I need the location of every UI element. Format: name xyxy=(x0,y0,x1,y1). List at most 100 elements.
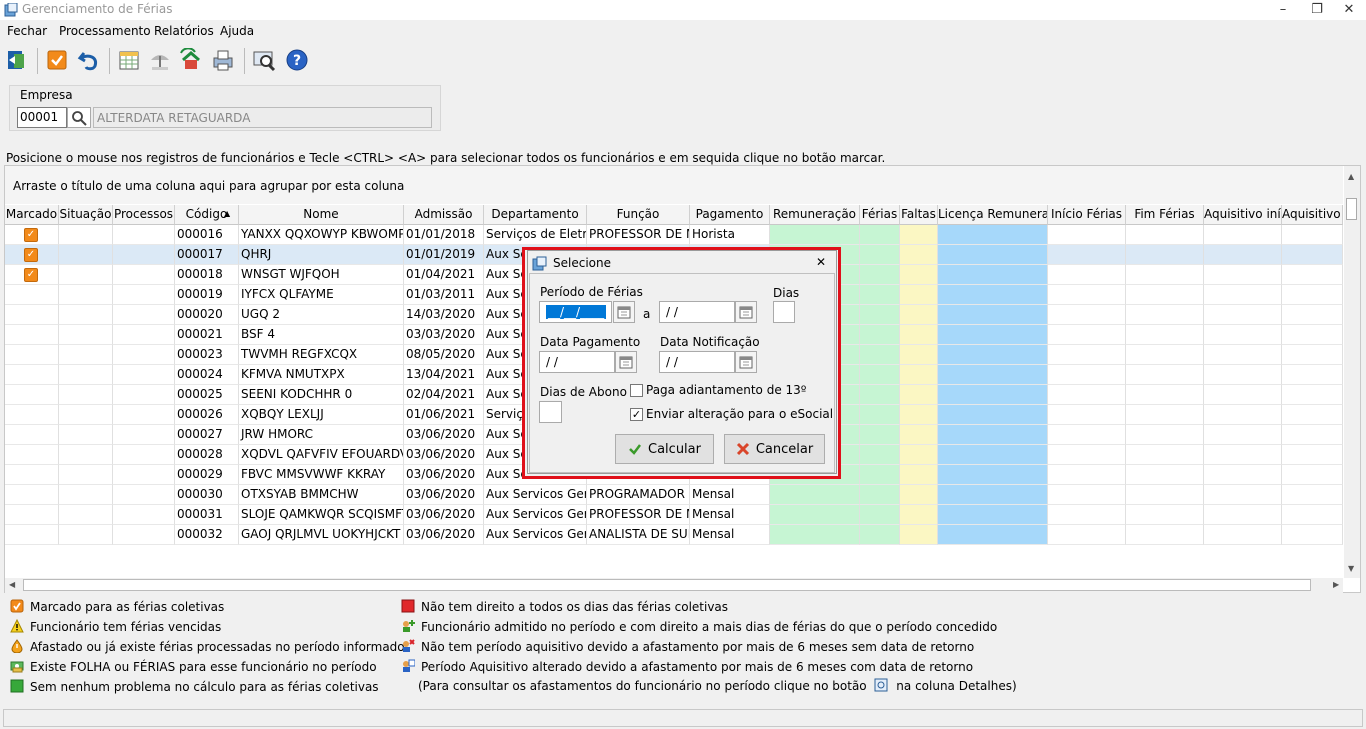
house-return-icon xyxy=(180,48,200,69)
menu-processamento[interactable]: Processamento xyxy=(59,24,151,38)
vacation-button[interactable] xyxy=(145,45,175,75)
return-button[interactable] xyxy=(176,45,206,75)
exit-button[interactable] xyxy=(2,45,32,75)
column-header-inicio-ferias[interactable]: Início Férias xyxy=(1048,205,1126,225)
cell-15 xyxy=(1204,525,1282,545)
column-header-funcao[interactable]: Função xyxy=(587,205,690,225)
cell-11 xyxy=(900,425,938,445)
scroll-down-icon[interactable]: ▼ xyxy=(1348,564,1354,573)
cell-marcado[interactable] xyxy=(5,345,59,365)
minimize-button[interactable]: – xyxy=(1264,0,1302,20)
column-header-faltas[interactable]: Faltas xyxy=(900,205,938,225)
table-row[interactable]: 000032 GAOJ QRJLMVL UOKYHJCKT X 03/06/2020… xyxy=(5,525,1343,545)
legend-item-text: Funcionário tem férias vencidas xyxy=(30,620,222,634)
horizontal-scrollbar[interactable]: ◀ ▶ xyxy=(5,578,1343,593)
data-pagamento-calendar-button[interactable] xyxy=(615,351,637,373)
adiantamento-checkbox[interactable] xyxy=(630,384,643,397)
cell-1 xyxy=(59,525,113,545)
table-row[interactable]: ✓ 000016 YANXX QQXOWYP KBWOMPV 01/01/2018 Se… xyxy=(5,225,1343,245)
print-button[interactable] xyxy=(208,45,238,75)
periodo-end-input[interactable]: / / xyxy=(659,301,735,323)
cell-marcado[interactable]: ✓ xyxy=(5,245,59,265)
column-header-marcado[interactable]: Marcado xyxy=(5,205,59,225)
cell-marcado[interactable] xyxy=(5,405,59,425)
column-header-licenca-remunerad[interactable]: Licença Remunerad xyxy=(938,205,1048,225)
cell-admissao: 01/01/2019 xyxy=(404,245,484,265)
cancelar-button[interactable]: Cancelar xyxy=(724,434,825,464)
help-button[interactable]: ? xyxy=(282,45,312,75)
data-pagamento-label: Data Pagamento xyxy=(540,335,641,349)
periodo-start-calendar-button[interactable] xyxy=(613,301,635,323)
cell-marcado[interactable] xyxy=(5,305,59,325)
data-notificacao-input[interactable]: / / xyxy=(659,351,735,373)
mark-button[interactable] xyxy=(42,45,72,75)
cell-marcado[interactable] xyxy=(5,425,59,445)
empresa-name-field: ALTERDATA RETAGUARDA xyxy=(93,107,432,128)
cell-marcado[interactable] xyxy=(5,485,59,505)
scroll-left-icon[interactable]: ◀ xyxy=(9,580,15,589)
vertical-scrollbar[interactable]: ▲ ▼ xyxy=(1344,166,1360,578)
cell-14 xyxy=(1126,325,1204,345)
marked-checkbox-icon[interactable]: ✓ xyxy=(24,248,38,262)
cell-marcado[interactable] xyxy=(5,465,59,485)
dias-input[interactable] xyxy=(773,301,795,323)
toolbar-separator xyxy=(109,48,110,74)
column-header-fim-ferias[interactable]: Fim Férias xyxy=(1126,205,1204,225)
periodo-end-calendar-button[interactable] xyxy=(735,301,757,323)
menu-ajuda[interactable]: Ajuda xyxy=(220,24,254,38)
cell-marcado[interactable]: ✓ xyxy=(5,265,59,285)
toolbar: ? xyxy=(0,42,1366,78)
table-row[interactable]: 000031 SLOJE QAMKWQR SCQISMFTC 03/06/2020 A… xyxy=(5,505,1343,525)
cell-10 xyxy=(860,425,900,445)
cell-marcado[interactable] xyxy=(5,445,59,465)
cell-marcado[interactable] xyxy=(5,325,59,345)
table-row[interactable]: 000030 OTXSYAB BMMCHW 03/06/2020 Aux Servic… xyxy=(5,485,1343,505)
column-header-admissao[interactable]: Admissão xyxy=(404,205,484,225)
empresa-search-button[interactable] xyxy=(67,107,91,128)
esocial-checkbox[interactable]: ✓ xyxy=(630,408,643,421)
cell-marcado[interactable] xyxy=(5,385,59,405)
dialog-close-icon[interactable]: ✕ xyxy=(816,255,826,269)
menu-relatorios[interactable]: Relatórios xyxy=(154,24,214,38)
marked-checkbox-icon[interactable]: ✓ xyxy=(24,228,38,242)
data-pagamento-input[interactable]: / / xyxy=(539,351,615,373)
data-notificacao-calendar-button[interactable] xyxy=(735,351,757,373)
column-header-situacao[interactable]: Situação xyxy=(59,205,113,225)
column-header-departamento[interactable]: Departamento xyxy=(484,205,587,225)
column-header-ferias[interactable]: Férias xyxy=(860,205,900,225)
cell-12 xyxy=(938,385,1048,405)
vertical-scroll-thumb[interactable] xyxy=(1346,198,1357,220)
cell-marcado[interactable] xyxy=(5,365,59,385)
cell-admissao: 03/06/2020 xyxy=(404,525,484,545)
calcular-button[interactable]: Calcular xyxy=(615,434,714,464)
close-window-button[interactable]: ✕ xyxy=(1330,0,1366,20)
empresa-code-input[interactable]: 00001 xyxy=(17,107,67,128)
column-header-remuneracao[interactable]: Remuneração xyxy=(770,205,860,225)
periodo-start-input[interactable]: __/__/____ xyxy=(539,301,612,323)
cell-codigo: 000029 xyxy=(175,465,239,485)
cell-departamento: Aux Servicos Gerai xyxy=(484,525,587,545)
column-header-nome[interactable]: Nome xyxy=(239,205,404,225)
cell-marcado[interactable] xyxy=(5,285,59,305)
menu-fechar[interactable]: Fechar xyxy=(7,24,47,38)
spreadsheet-button[interactable] xyxy=(114,45,144,75)
cell-marcado[interactable] xyxy=(5,525,59,545)
cell-10 xyxy=(860,365,900,385)
calendar-icon xyxy=(619,356,633,369)
cell-marcado[interactable] xyxy=(5,505,59,525)
column-header-pagamento[interactable]: Pagamento xyxy=(690,205,770,225)
preview-button[interactable] xyxy=(249,45,279,75)
marked-checkbox-icon[interactable]: ✓ xyxy=(24,268,38,282)
scroll-right-icon[interactable]: ▶ xyxy=(1333,580,1339,589)
scroll-up-icon[interactable]: ▲ xyxy=(1348,172,1354,181)
column-header-aquisitivo-inic[interactable]: Aquisitivo iníc xyxy=(1204,205,1282,225)
money-icon xyxy=(10,661,24,673)
cell-marcado[interactable]: ✓ xyxy=(5,225,59,245)
column-header-aquisitivo-f[interactable]: Aquisitivo f xyxy=(1282,205,1343,225)
cell-14 xyxy=(1126,505,1204,525)
dias-abono-input[interactable] xyxy=(539,401,562,423)
horizontal-scroll-thumb[interactable] xyxy=(23,579,1311,591)
column-header-processos[interactable]: Processos xyxy=(113,205,175,225)
undo-button[interactable] xyxy=(74,45,104,75)
alert-drop-icon xyxy=(11,639,23,653)
